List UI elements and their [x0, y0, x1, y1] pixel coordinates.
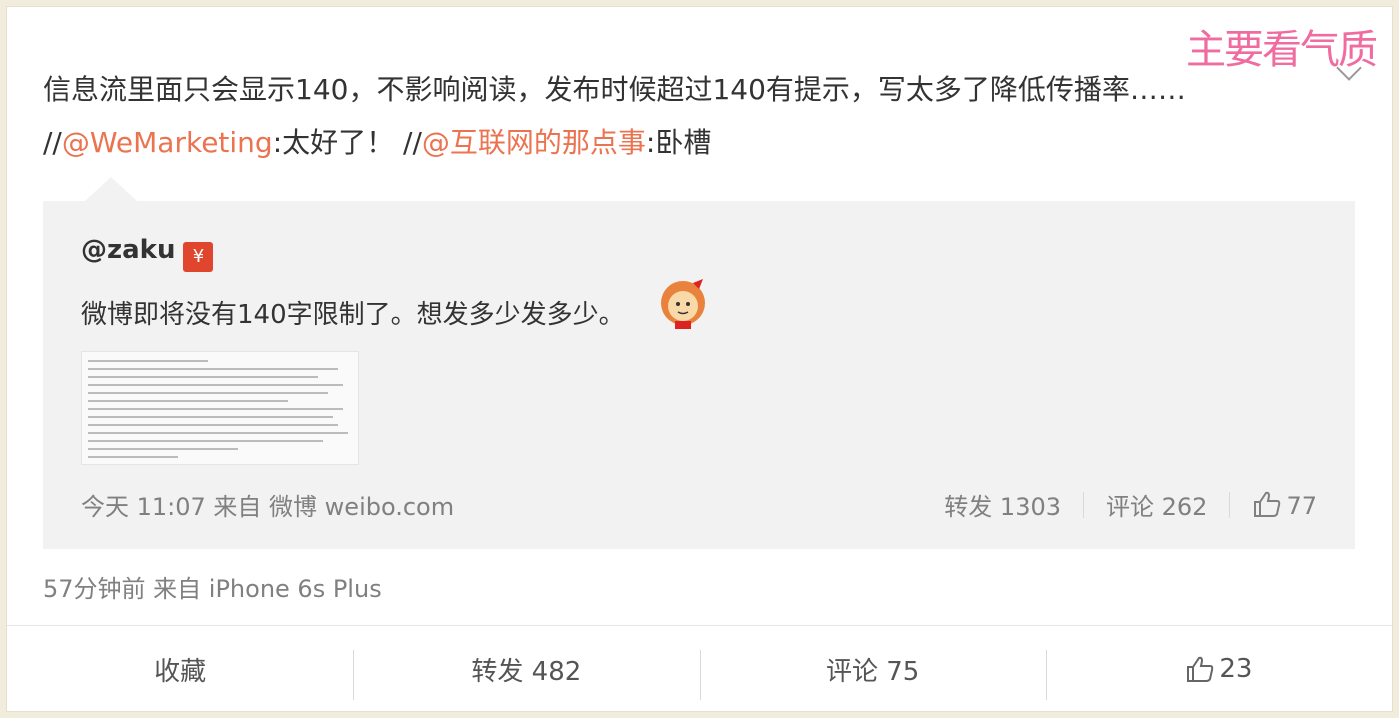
post-text-part3: :卧槽 [645, 126, 712, 159]
weibo-post-card: 主要看气质 信息流里面只会显示140，不影响阅读，发布时候超过140有提示，写太… [6, 6, 1393, 712]
thumbs-up-icon [1254, 491, 1281, 517]
mention-wemarketing[interactable]: @WeMarketing [62, 126, 273, 159]
thumbs-up-icon [1187, 656, 1214, 682]
like-count: 23 [1219, 654, 1253, 684]
original-comment-button[interactable]: 评论 262 [1106, 487, 1207, 522]
original-like-count: 77 [1286, 491, 1317, 520]
divider [1229, 491, 1231, 518]
like-button[interactable]: 23 [1045, 626, 1392, 712]
post-text-part2: :太好了！ // [272, 126, 422, 159]
post-footer: 收藏 转发 482 评论 75 23 [7, 626, 1392, 712]
hongbao-icon: ¥ [183, 242, 214, 272]
post-text: 信息流里面只会显示140，不影响阅读，发布时候超过140有提示，写太多了降低传播… [43, 63, 1273, 169]
original-like-button[interactable]: 77 [1252, 490, 1317, 520]
monkey-emoji-icon [661, 279, 705, 329]
favorite-button[interactable]: 收藏 [7, 626, 353, 712]
original-user-line: @zaku ¥ [81, 235, 214, 272]
attached-image-thumbnail[interactable] [81, 351, 359, 465]
original-post-actions: 转发 1303 评论 262 77 [944, 487, 1317, 522]
repost-box: @zaku ¥ 微博即将没有140字限制了。想发多少发多少。 今天 11:07 … [43, 201, 1355, 549]
original-post-meta[interactable]: 今天 11:07 来自 微博 weibo.com [81, 487, 454, 522]
repost-pointer [85, 177, 137, 201]
mention-hulianwang[interactable]: @互联网的那点事 [422, 126, 646, 159]
original-post-text: 微博即将没有140字限制了。想发多少发多少。 [81, 300, 625, 330]
original-forward-button[interactable]: 转发 1303 [944, 487, 1061, 522]
original-user-name[interactable]: @zaku [81, 235, 175, 265]
divider [1083, 491, 1085, 518]
post-meta[interactable]: 57分钟前 来自 iPhone 6s Plus [43, 569, 382, 604]
forward-button[interactable]: 转发 482 [353, 626, 699, 712]
comment-button[interactable]: 评论 75 [699, 626, 1046, 712]
